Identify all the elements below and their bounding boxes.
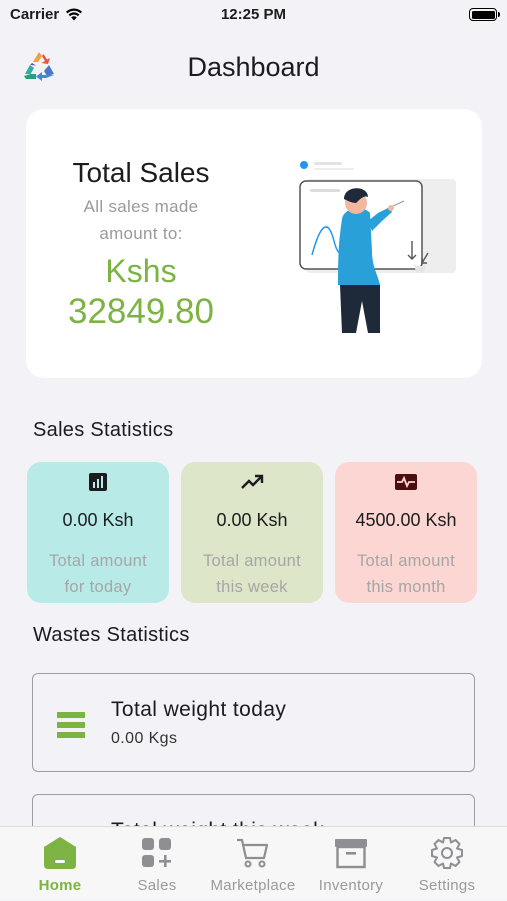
monitor-heart-icon [395, 474, 417, 490]
tab-inventory-label: Inventory [318, 877, 384, 894]
stat-label-week-line2: this week [216, 578, 288, 596]
total-sales-currency: Kshs [105, 253, 177, 289]
battery-icon [469, 8, 500, 21]
trending-up-icon [241, 474, 264, 489]
stat-card-week[interactable]: 0.00 Ksh Total amount this week [181, 462, 323, 603]
tab-marketplace-label: Marketplace [210, 877, 296, 894]
waste-title-today: Total weight today [111, 698, 287, 721]
total-sales-subtitle: All sales made amount to: [26, 193, 256, 247]
sales-statistics-title: Sales Statistics [33, 419, 174, 441]
stat-label-today-line1: Total amount [48, 552, 148, 570]
stat-label-week: Total amount this week [181, 548, 323, 600]
stat-value-today: 0.00 Ksh [62, 510, 134, 530]
stat-label-month-line1: Total amount [356, 552, 456, 570]
tab-marketplace[interactable]: Marketplace [210, 827, 295, 901]
waste-card-today[interactable]: Total weight today 0.00 Kgs [32, 673, 475, 772]
tab-settings[interactable]: Settings [417, 827, 477, 901]
tab-sales[interactable]: Sales [127, 827, 187, 901]
stat-label-today-line2: for today [64, 578, 132, 596]
total-sales-title: Total Sales [72, 157, 210, 188]
status-bar: Carrier 12:25 PM [0, 0, 507, 32]
gear-icon [431, 837, 463, 869]
bar-chart-icon [89, 473, 107, 491]
cart-icon [237, 838, 269, 868]
total-sales-subtitle-line1: All sales made [83, 197, 199, 216]
total-sales-subtitle-line2: amount to: [99, 224, 183, 243]
status-time: 12:25 PM [220, 6, 287, 23]
grid-add-icon [142, 838, 171, 867]
nav-header: Dashboard [0, 40, 507, 92]
stat-label-today: Total amount for today [27, 548, 169, 600]
tab-home[interactable]: Home [30, 827, 90, 901]
stat-card-month[interactable]: 4500.00 Ksh Total amount this month [335, 462, 477, 603]
page-title: Dashboard [187, 52, 320, 82]
total-sales-amount: 32849.80 [68, 292, 214, 331]
storage-stack-icon [57, 712, 85, 738]
total-sales-card: Total Sales All sales made amount to: Ks… [26, 109, 482, 378]
tab-settings-label: Settings [418, 877, 476, 894]
wastes-statistics-title: Wastes Statistics [33, 624, 190, 646]
stat-label-week-line1: Total amount [202, 552, 302, 570]
stat-value-week: 0.00 Ksh [216, 510, 288, 530]
stat-label-month: Total amount this month [335, 548, 477, 600]
archive-box-icon [335, 839, 367, 869]
tab-sales-label: Sales [137, 877, 177, 894]
stat-label-month-line2: this month [366, 578, 446, 596]
stat-card-today[interactable]: 0.00 Ksh Total amount for today [27, 462, 169, 603]
total-sales-summary: Total Sales All sales made amount to: Ks… [26, 157, 256, 335]
tab-bar: Home Sales Marketplace Inventory Setting… [0, 826, 507, 900]
tab-inventory[interactable]: Inventory [319, 827, 383, 901]
stat-value-month: 4500.00 Ksh [355, 510, 457, 530]
presenter-whiteboard-illustration [299, 161, 456, 333]
home-icon [44, 837, 76, 869]
waste-value-today: 0.00 Kgs [111, 730, 178, 747]
tab-home-label: Home [38, 877, 82, 894]
